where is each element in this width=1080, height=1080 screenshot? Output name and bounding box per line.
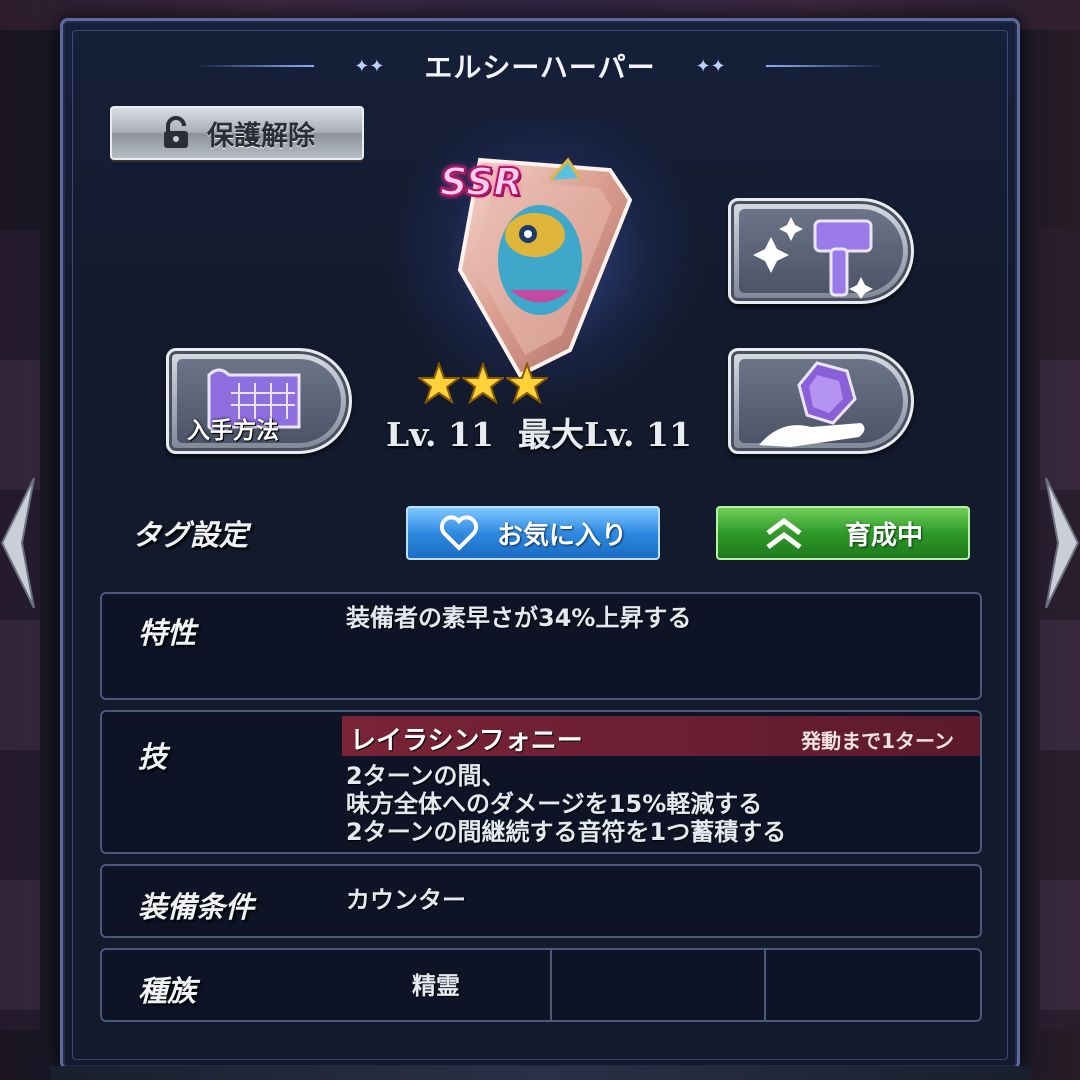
background-card-left <box>0 230 40 1030</box>
trait-text: 装備者の素早さが34%上昇する <box>346 604 692 632</box>
star-icon <box>506 362 548 404</box>
bottom-bar <box>50 1066 1030 1080</box>
prev-arrow-button[interactable] <box>0 478 36 608</box>
skill-description: 2ターンの間、 味方全体へのダメージを15%軽減する 2ターンの間継続する音符を… <box>346 762 786 846</box>
star-icon <box>462 362 504 404</box>
training-tag-button[interactable]: 育成中 <box>716 506 970 560</box>
heart-icon <box>439 515 479 551</box>
chevron-right-icon <box>1045 478 1080 608</box>
sparkle-icon: ✦✦ <box>695 55 726 77</box>
trait-section: 特性 装備者の素早さが34%上昇する <box>100 592 982 700</box>
race-label: 種族 <box>138 974 197 1008</box>
skill-name: レイラシンフォニー <box>350 726 583 756</box>
background-card-right <box>1040 230 1080 1030</box>
skill-turn-count: 発動まで1ターン <box>801 729 954 753</box>
hammer-sparkle-icon <box>753 217 873 299</box>
equip-condition-label: 装備条件 <box>138 890 255 924</box>
favorite-tag-button[interactable]: お気に入り <box>406 506 660 560</box>
skill-desc-line: 味方全体へのダメージを15%軽減する <box>346 790 763 818</box>
unprotect-label: 保護解除 <box>207 120 315 152</box>
star-rating <box>418 362 548 404</box>
race-cells <box>550 950 980 1020</box>
race-section: 種族 精霊 <box>100 948 982 1022</box>
acquire-method-label: 入手方法 <box>187 418 279 444</box>
item-title: エルシーハーパー <box>424 51 656 84</box>
trait-label: 特性 <box>138 616 197 650</box>
cell-divider <box>764 950 766 1020</box>
rarity-badge: SSR <box>439 159 524 205</box>
cell-divider <box>550 950 552 1020</box>
skill-desc-line: 2ターンの間、 <box>346 762 506 790</box>
title-divider-right <box>765 65 886 67</box>
acquire-method-button[interactable]: 入手方法 <box>166 348 352 454</box>
skill-section: 技 レイラシンフォニー 発動まで1ターン 2ターンの間、 味方全体へのダメージを… <box>100 710 982 854</box>
title-divider-left <box>194 65 315 67</box>
title-bar: ✦✦ エルシーハーパー ✦✦ <box>72 40 1008 92</box>
max-level: 最大Lv. 11 <box>517 415 692 454</box>
tag-settings-label: タグ設定 <box>132 518 249 552</box>
sparkle-icon: ✦✦ <box>354 55 385 77</box>
level-display: Lv. 11 最大Lv. 11 <box>386 408 706 458</box>
favorite-label: お気に入り <box>496 520 627 551</box>
gem-hand-icon <box>759 361 865 447</box>
double-chevron-up-icon <box>766 517 802 549</box>
equip-condition-section: 装備条件 カウンター <box>100 864 982 938</box>
chevron-left-icon <box>0 478 35 608</box>
next-arrow-button[interactable] <box>1044 478 1080 608</box>
current-level: Lv. 11 <box>386 415 494 454</box>
forge-button[interactable] <box>728 198 914 304</box>
skill-header: レイラシンフォニー 発動まで1ターン <box>342 716 980 756</box>
training-label: 育成中 <box>844 520 923 551</box>
race-text: 精霊 <box>412 972 460 1000</box>
skill-label: 技 <box>138 740 168 774</box>
equip-condition-text: カウンター <box>346 886 466 914</box>
unprotect-button[interactable]: 保護解除 <box>110 106 364 160</box>
gem-button[interactable] <box>728 348 914 454</box>
star-icon <box>418 362 460 404</box>
unlock-icon <box>164 116 188 148</box>
skill-desc-line: 2ターンの間継続する音符を1つ蓄積する <box>346 818 787 846</box>
